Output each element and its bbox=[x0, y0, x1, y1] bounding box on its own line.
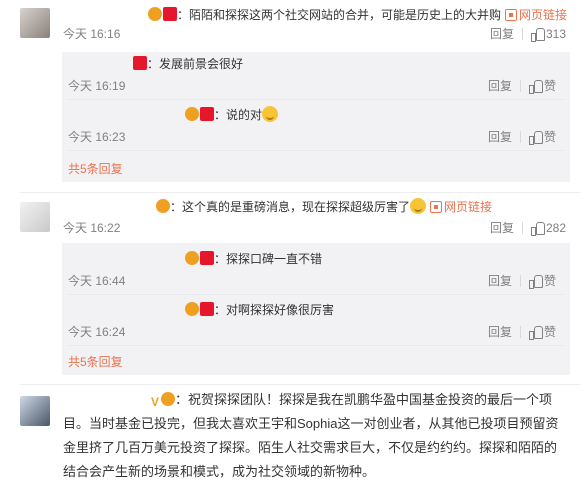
divider bbox=[68, 345, 564, 346]
username-redacted[interactable] bbox=[68, 252, 184, 264]
divider bbox=[68, 294, 564, 295]
web-link[interactable]: 网页链接 bbox=[430, 200, 492, 214]
medal-badge-icon bbox=[156, 199, 170, 213]
member-badge-icon bbox=[200, 302, 214, 316]
divider bbox=[20, 384, 580, 385]
divider bbox=[521, 222, 523, 234]
reply-body: ：说的对 bbox=[68, 106, 560, 124]
like-icon[interactable] bbox=[528, 275, 543, 289]
comment-time: 今天 16:22 bbox=[63, 221, 121, 235]
reply-time: 今天 16:23 bbox=[68, 130, 126, 144]
like-icon[interactable] bbox=[528, 131, 543, 145]
comment-body: ：这个真的是重磅消息，现在探探超级厉害了 网页链接 bbox=[63, 198, 578, 216]
smile-emoji-icon bbox=[262, 106, 279, 122]
like-label[interactable]: 赞 bbox=[544, 325, 556, 339]
like-label[interactable]: 赞 bbox=[544, 274, 556, 288]
like-icon[interactable] bbox=[528, 80, 543, 94]
username-redacted[interactable] bbox=[63, 393, 149, 405]
avatar[interactable] bbox=[20, 396, 50, 426]
link-icon bbox=[430, 201, 443, 213]
reply-actions: 回复 赞 bbox=[488, 272, 556, 290]
reply-text: ：对啊探探好像很厉害 bbox=[214, 303, 335, 317]
comment-text: ：祝贺探探团队！探探是我在凯鹏华盈中国基金投资的最后一个项目。当时基金已投完，但… bbox=[63, 392, 559, 479]
like-label[interactable]: 赞 bbox=[544, 130, 556, 144]
reply-actions: 回复 赞 bbox=[488, 323, 556, 341]
reply-body: ：探探口碑一直不错 bbox=[68, 250, 560, 268]
username-redacted[interactable] bbox=[68, 57, 132, 69]
medal-badge-icon bbox=[185, 251, 199, 265]
divider bbox=[68, 150, 564, 151]
like-icon[interactable] bbox=[528, 326, 543, 340]
member-badge-icon bbox=[200, 107, 214, 121]
reply-text: ：发展前景会很好 bbox=[147, 57, 244, 71]
reply-button[interactable]: 回复 bbox=[490, 27, 514, 41]
medal-badge-icon bbox=[185, 302, 199, 316]
comment-body: V ：祝贺探探团队！探探是我在凯鹏华盈中国基金投资的最后一个项目。当时基金已投完，… bbox=[63, 388, 563, 480]
reply-button[interactable]: 回复 bbox=[488, 130, 512, 144]
divider bbox=[519, 131, 521, 143]
comment-time: 今天 16:16 bbox=[63, 27, 121, 41]
comment-text: ：这个真的是重磅消息，现在探探超级厉害了 bbox=[170, 200, 411, 214]
reply-time: 今天 16:19 bbox=[68, 79, 126, 93]
verified-v-icon: V bbox=[150, 395, 159, 409]
medal-badge-icon bbox=[161, 392, 175, 406]
like-icon[interactable] bbox=[530, 28, 545, 42]
username-redacted[interactable] bbox=[63, 200, 155, 212]
reply-actions: 回复 赞 bbox=[488, 128, 556, 146]
divider bbox=[521, 28, 523, 40]
reply-text: ：探探口碑一直不错 bbox=[214, 252, 323, 266]
medal-badge-icon bbox=[148, 7, 162, 21]
member-badge-icon bbox=[163, 7, 177, 21]
medal-badge-icon bbox=[185, 107, 199, 121]
more-replies-link[interactable]: 共5条回复 bbox=[68, 353, 123, 371]
comment-actions: 回复 313 bbox=[490, 25, 566, 43]
like-count[interactable]: 313 bbox=[546, 27, 566, 41]
divider bbox=[519, 275, 521, 287]
like-icon[interactable] bbox=[530, 222, 545, 236]
reply-button[interactable]: 回复 bbox=[490, 221, 514, 235]
reply-time: 今天 16:44 bbox=[68, 274, 126, 288]
reply-body: ：对啊探探好像很厉害 bbox=[68, 301, 560, 319]
reply-button[interactable]: 回复 bbox=[488, 274, 512, 288]
member-badge-icon bbox=[133, 56, 147, 70]
link-icon bbox=[505, 9, 518, 21]
comment-body: ：陌陌和探探这两个社交网站的合并，可能是历史上的大并购 网页链接 bbox=[63, 6, 578, 24]
reply-time: 今天 16:24 bbox=[68, 325, 126, 339]
reply-text: ：说的对 bbox=[214, 108, 263, 122]
reply-actions: 回复 赞 bbox=[488, 77, 556, 95]
username-redacted[interactable] bbox=[68, 108, 184, 120]
divider bbox=[20, 192, 580, 193]
comment-actions: 回复 282 bbox=[490, 219, 566, 237]
reply-body: ：发展前景会很好 bbox=[68, 55, 560, 73]
web-link[interactable]: 网页链接 bbox=[505, 8, 567, 22]
reply-button[interactable]: 回复 bbox=[488, 325, 512, 339]
like-label[interactable]: 赞 bbox=[544, 79, 556, 93]
more-replies-link[interactable]: 共5条回复 bbox=[68, 160, 123, 178]
emoji-icon bbox=[410, 198, 427, 214]
username-redacted[interactable] bbox=[68, 303, 184, 315]
like-count[interactable]: 282 bbox=[546, 221, 566, 235]
member-badge-icon bbox=[200, 251, 214, 265]
divider bbox=[68, 99, 564, 100]
divider bbox=[519, 326, 521, 338]
reply-button[interactable]: 回复 bbox=[488, 79, 512, 93]
divider bbox=[519, 80, 521, 92]
username-redacted[interactable] bbox=[63, 8, 147, 20]
comment-text: ：陌陌和探探这两个社交网站的合并，可能是历史上的大并购 bbox=[177, 8, 502, 22]
